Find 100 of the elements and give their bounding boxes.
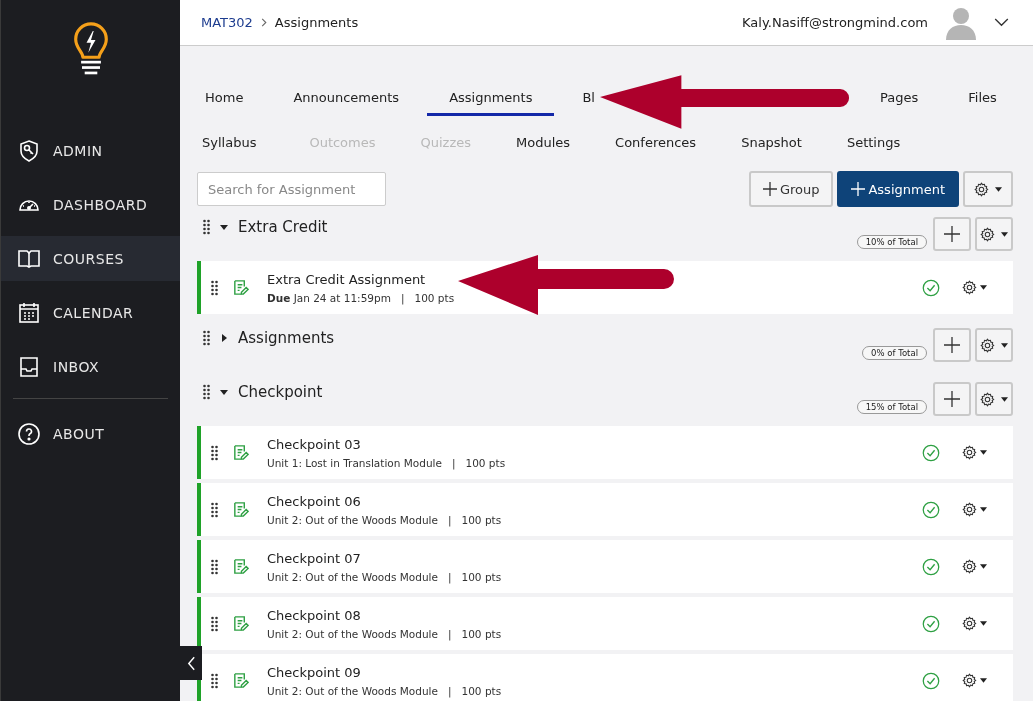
course-tab[interactable]: Files <box>946 79 1019 116</box>
assignment-title[interactable]: Checkpoint 03 <box>267 436 506 452</box>
sidebar-item[interactable]: COURSES <box>1 236 180 281</box>
caret-icon <box>980 621 987 626</box>
assignment-row[interactable]: Checkpoint 07 Unit 2: Out of the Woods Module | 100 pts <box>197 540 1013 593</box>
settings-icon <box>980 391 995 407</box>
add-assignment-button[interactable]: Assignment <box>837 171 959 207</box>
assignment-row[interactable]: Checkpoint 09 Unit 2: Out of the Woods Module | 100 pts <box>197 654 1013 701</box>
published-check-icon[interactable] <box>922 443 940 462</box>
sidebar-item[interactable]: ADMIN <box>1 128 180 173</box>
caret-icon <box>995 186 1002 192</box>
assignment-title[interactable]: Checkpoint 08 <box>267 607 502 623</box>
group-name: Extra Credit <box>238 218 328 236</box>
caret-icon <box>980 285 987 290</box>
group-settings-button[interactable] <box>975 328 1013 362</box>
assignment-title[interactable]: Checkpoint 09 <box>267 664 502 680</box>
assignment-row[interactable]: Checkpoint 06 Unit 2: Out of the Woods Module | 100 pts <box>197 483 1013 536</box>
plus-icon <box>944 337 960 353</box>
group-settings-button[interactable] <box>975 217 1013 251</box>
settings-icon <box>962 673 977 688</box>
breadcrumb-current: Assignments <box>274 15 359 30</box>
assignment-icon <box>232 444 249 461</box>
chevron-down-icon[interactable] <box>994 18 1009 27</box>
assignment-title[interactable]: Checkpoint 07 <box>267 550 502 566</box>
assignment-detail: Unit 2: Out of the Woods Module | 100 pts <box>267 627 502 640</box>
assignment-detail: Unit 2: Out of the Woods Module | 100 pts <box>267 684 502 697</box>
group-name: Assignments <box>238 329 335 347</box>
assignment-detail: Unit 1: Lost in Translation Module | 100 pts <box>267 456 506 469</box>
collapse-sidebar-button[interactable] <box>180 646 202 680</box>
weight-badge: 10% of Total <box>856 235 927 249</box>
group-settings-button[interactable] <box>975 382 1013 416</box>
sidebar-item[interactable]: ABOUT <box>1 411 180 456</box>
course-tab[interactable]: Assignments <box>427 79 555 116</box>
published-check-icon[interactable] <box>922 614 940 633</box>
assignment-detail: Due Jan 24 at 11:59pm | 100 pts <box>267 291 455 304</box>
drag-handle-icon[interactable] <box>203 219 210 235</box>
chevron-right-icon <box>260 18 267 27</box>
add-item-button[interactable] <box>933 382 971 416</box>
course-tab[interactable]: Syllabus <box>202 124 257 161</box>
published-check-icon[interactable] <box>922 500 940 519</box>
assignment-icon <box>232 279 249 296</box>
drag-handle-icon[interactable] <box>211 501 218 518</box>
course-tab[interactable]: Conferences <box>615 124 697 161</box>
weight-badge: 0% of Total <box>862 346 927 360</box>
calendar-icon <box>17 300 41 325</box>
caret-icon <box>1001 342 1008 348</box>
caret-icon <box>980 678 987 683</box>
course-tab[interactable]: Pages <box>858 79 941 116</box>
drag-handle-icon[interactable] <box>211 615 218 632</box>
add-item-button[interactable] <box>933 217 971 251</box>
course-tab[interactable]: Bl <box>560 79 615 116</box>
caret-icon <box>980 450 987 455</box>
plus-icon <box>851 182 866 196</box>
settings-menu-button[interactable] <box>963 171 1013 207</box>
drag-handle-icon[interactable] <box>211 444 218 461</box>
drag-handle-icon[interactable] <box>203 330 210 346</box>
sidebar-item[interactable]: DASHBOARD <box>1 182 180 227</box>
published-check-icon[interactable] <box>922 278 940 297</box>
assignment-detail: Unit 2: Out of the Woods Module | 100 pts <box>267 513 502 526</box>
settings-icon <box>962 559 977 574</box>
course-tab[interactable]: Home <box>200 79 266 116</box>
settings-icon <box>980 226 995 242</box>
assignment-row[interactable]: Checkpoint 03 Unit 1: Lost in Translation Module | 100 pts <box>197 426 1013 479</box>
sidebar-item[interactable]: CALENDAR <box>1 290 180 335</box>
assignment-icon <box>232 501 249 518</box>
search-field[interactable]: Search for Assignment <box>197 172 386 206</box>
caret-down-icon[interactable] <box>220 223 228 231</box>
caret-icon <box>980 507 987 512</box>
course-tab[interactable]: Modules <box>516 124 571 161</box>
caret-right-icon[interactable] <box>220 334 228 342</box>
caret-icon <box>1001 396 1008 402</box>
breadcrumb-link[interactable]: MAT302 <box>201 15 253 30</box>
add-group-button[interactable]: Group <box>748 171 834 207</box>
published-check-icon[interactable] <box>922 671 940 690</box>
assignment-title[interactable]: Checkpoint 06 <box>267 493 502 509</box>
add-item-button[interactable] <box>933 328 971 362</box>
course-tab[interactable]: Snapshot <box>741 124 802 161</box>
settings-icon <box>980 337 995 353</box>
course-tab[interactable]: Settings <box>846 124 901 161</box>
caret-icon <box>1001 231 1008 237</box>
caret-down-icon[interactable] <box>220 388 228 396</box>
drag-handle-icon[interactable] <box>211 672 218 689</box>
inbox-tray-icon <box>17 354 41 379</box>
assignment-detail: Unit 2: Out of the Woods Module | 100 pts <box>267 570 502 583</box>
sidebar-item[interactable]: INBOX <box>1 344 180 389</box>
caret-icon <box>980 564 987 569</box>
weight-badge: 15% of Total <box>856 400 927 414</box>
drag-handle-icon[interactable] <box>211 558 218 575</box>
drag-handle-icon[interactable] <box>211 279 218 296</box>
settings-icon <box>962 445 977 460</box>
settings-icon <box>974 181 989 197</box>
assignment-title[interactable]: Extra Credit Assignment <box>267 271 455 287</box>
course-tab[interactable]: Announcements <box>271 79 422 116</box>
plus-icon <box>944 226 960 242</box>
assignment-row[interactable]: Checkpoint 08 Unit 2: Out of the Woods Module | 100 pts <box>197 597 1013 650</box>
drag-handle-icon[interactable] <box>203 384 210 400</box>
assignment-icon <box>232 672 249 689</box>
plus-icon <box>944 391 960 407</box>
published-check-icon[interactable] <box>922 557 940 576</box>
group-name: Checkpoint <box>238 383 323 401</box>
